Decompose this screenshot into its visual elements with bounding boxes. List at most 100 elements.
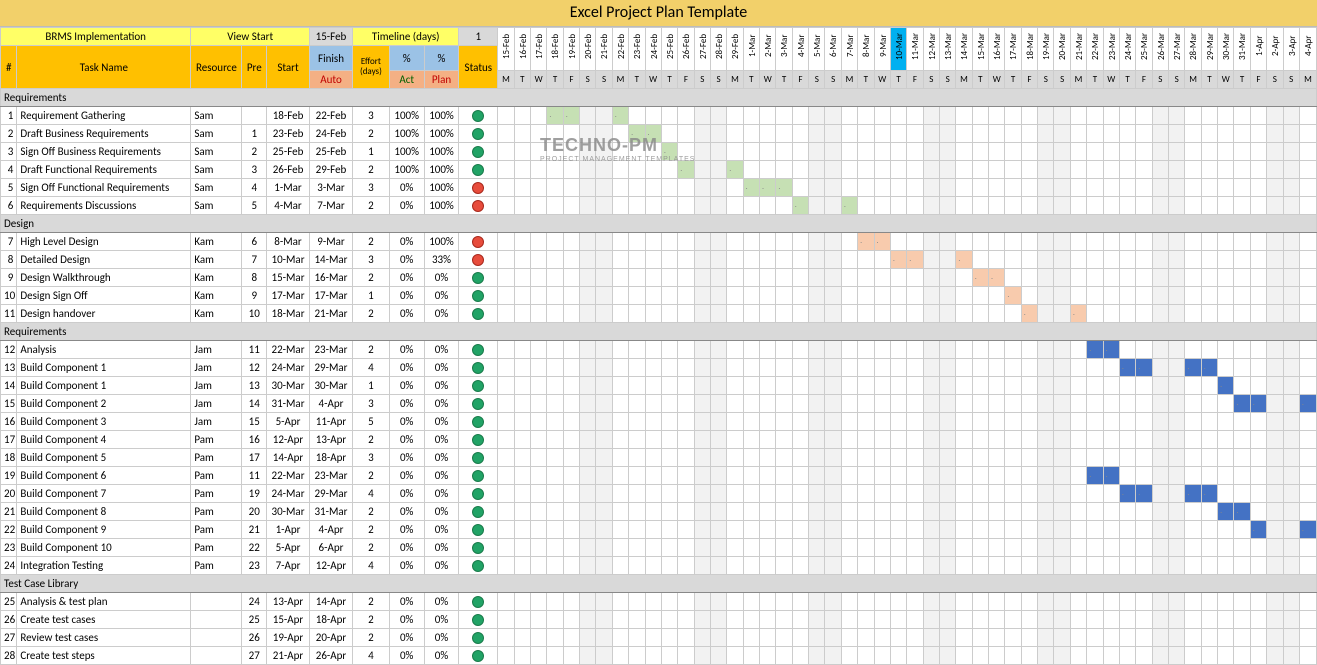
cell-act[interactable]: 0% [389, 395, 424, 413]
cell-res[interactable] [191, 647, 242, 665]
task-row[interactable]: 16Build Component 3Jam155-Apr11-Apr50%0% [1, 413, 1317, 431]
cell-act[interactable]: 0% [389, 557, 424, 575]
cell-act[interactable]: 0% [389, 521, 424, 539]
cell-plan[interactable]: 0% [424, 287, 459, 305]
cell-res[interactable]: Kam [191, 287, 242, 305]
cell-start[interactable]: 7-Apr [267, 557, 310, 575]
cell-act[interactable]: 0% [389, 467, 424, 485]
cell-num[interactable]: 11 [1, 305, 17, 323]
cell-finish[interactable]: 18-Apr [310, 611, 353, 629]
cell-pre[interactable]: 11 [242, 341, 267, 359]
task-row[interactable]: 8Detailed DesignKam710-Mar14-Mar30%33% [1, 251, 1317, 269]
task-row[interactable]: 23Build Component 10Pam225-Apr6-Apr20%0% [1, 539, 1317, 557]
cell-num[interactable]: 1 [1, 107, 17, 125]
cell-eff[interactable]: 2 [352, 125, 389, 143]
cell-pre[interactable]: 19 [242, 485, 267, 503]
task-row[interactable]: 28Create test steps2721-Apr26-Apr40%0% [1, 647, 1317, 665]
cell-start[interactable]: 15-Mar [267, 269, 310, 287]
cell-task[interactable]: Integration Testing [17, 557, 191, 575]
cell-plan[interactable]: 0% [424, 269, 459, 287]
cell-plan[interactable]: 0% [424, 305, 459, 323]
cell-res[interactable]: Pam [191, 521, 242, 539]
cell-act[interactable]: 0% [389, 179, 424, 197]
task-row[interactable]: 20Build Component 7Pam1924-Mar29-Mar40%0… [1, 485, 1317, 503]
cell-pre[interactable]: 15 [242, 413, 267, 431]
cell-task[interactable]: Detailed Design [17, 251, 191, 269]
cell-plan[interactable]: 0% [424, 413, 459, 431]
cell-eff[interactable]: 1 [352, 377, 389, 395]
cell-eff[interactable]: 1 [352, 287, 389, 305]
cell-start[interactable]: 21-Apr [267, 647, 310, 665]
cell-res[interactable]: Kam [191, 233, 242, 251]
cell-plan[interactable]: 0% [424, 557, 459, 575]
cell-plan[interactable]: 0% [424, 647, 459, 665]
cell-res[interactable]: Sam [191, 179, 242, 197]
cell-finish[interactable]: 25-Feb [310, 143, 353, 161]
cell-plan[interactable]: 0% [424, 629, 459, 647]
cell-act[interactable]: 0% [389, 539, 424, 557]
cell-task[interactable]: Build Component 1 [17, 377, 191, 395]
cell-act[interactable]: 0% [389, 629, 424, 647]
cell-eff[interactable]: 2 [352, 521, 389, 539]
cell-start[interactable]: 5-Apr [267, 539, 310, 557]
cell-res[interactable]: Pam [191, 467, 242, 485]
cell-act[interactable]: 0% [389, 377, 424, 395]
view-start-date[interactable]: 15-Feb [310, 28, 353, 46]
cell-res[interactable]: Pam [191, 539, 242, 557]
cell-finish[interactable]: 13-Apr [310, 431, 353, 449]
cell-start[interactable]: 14-Apr [267, 449, 310, 467]
cell-num[interactable]: 10 [1, 287, 17, 305]
cell-finish[interactable]: 7-Mar [310, 197, 353, 215]
cell-pre[interactable] [242, 107, 267, 125]
cell-finish[interactable]: 4-Apr [310, 395, 353, 413]
cell-start[interactable]: 15-Apr [267, 611, 310, 629]
task-row[interactable]: 5Sign Off Functional RequirementsSam41-M… [1, 179, 1317, 197]
cell-task[interactable]: Build Component 8 [17, 503, 191, 521]
cell-res[interactable]: Jam [191, 395, 242, 413]
cell-pre[interactable]: 1 [242, 125, 267, 143]
cell-num[interactable]: 17 [1, 431, 17, 449]
cell-res[interactable]: Kam [191, 269, 242, 287]
cell-res[interactable]: Pam [191, 485, 242, 503]
cell-finish[interactable]: 16-Mar [310, 269, 353, 287]
cell-start[interactable]: 30-Mar [267, 503, 310, 521]
cell-eff[interactable]: 3 [352, 449, 389, 467]
cell-res[interactable]: Pam [191, 503, 242, 521]
task-row[interactable]: 9Design WalkthroughKam815-Mar16-Mar20%0% [1, 269, 1317, 287]
cell-task[interactable]: Requirement Gathering [17, 107, 191, 125]
cell-task[interactable]: Build Component 2 [17, 395, 191, 413]
cell-plan[interactable]: 0% [424, 521, 459, 539]
cell-num[interactable]: 24 [1, 557, 17, 575]
cell-res[interactable]: Pam [191, 557, 242, 575]
cell-task[interactable]: High Level Design [17, 233, 191, 251]
cell-act[interactable]: 0% [389, 305, 424, 323]
task-row[interactable]: 17Build Component 4Pam1612-Apr13-Apr20%0… [1, 431, 1317, 449]
cell-eff[interactable]: 1 [352, 143, 389, 161]
cell-act[interactable]: 0% [389, 485, 424, 503]
cell-res[interactable]: Sam [191, 197, 242, 215]
cell-eff[interactable]: 2 [352, 161, 389, 179]
cell-plan[interactable]: 33% [424, 251, 459, 269]
cell-finish[interactable]: 21-Mar [310, 305, 353, 323]
cell-eff[interactable]: 2 [352, 197, 389, 215]
task-row[interactable]: 10Design Sign OffKam917-Mar17-Mar10%0% [1, 287, 1317, 305]
cell-eff[interactable]: 4 [352, 485, 389, 503]
task-row[interactable]: 24Integration TestingPam237-Apr12-Apr40%… [1, 557, 1317, 575]
cell-act[interactable]: 100% [389, 125, 424, 143]
cell-act[interactable]: 0% [389, 449, 424, 467]
cell-plan[interactable]: 0% [424, 539, 459, 557]
cell-start[interactable]: 24-Mar [267, 485, 310, 503]
task-row[interactable]: 21Build Component 8Pam2030-Mar31-Mar20%0… [1, 503, 1317, 521]
cell-finish[interactable]: 14-Mar [310, 251, 353, 269]
cell-plan[interactable]: 100% [424, 143, 459, 161]
cell-start[interactable]: 30-Mar [267, 377, 310, 395]
cell-eff[interactable]: 2 [352, 593, 389, 611]
task-row[interactable]: 26Create test cases2515-Apr18-Apr20%0% [1, 611, 1317, 629]
cell-plan[interactable]: 0% [424, 395, 459, 413]
cell-num[interactable]: 6 [1, 197, 17, 215]
task-row[interactable]: 3Sign Off Business RequirementsSam225-Fe… [1, 143, 1317, 161]
cell-plan[interactable]: 100% [424, 197, 459, 215]
cell-eff[interactable]: 4 [352, 647, 389, 665]
cell-num[interactable]: 2 [1, 125, 17, 143]
cell-eff[interactable]: 3 [352, 395, 389, 413]
